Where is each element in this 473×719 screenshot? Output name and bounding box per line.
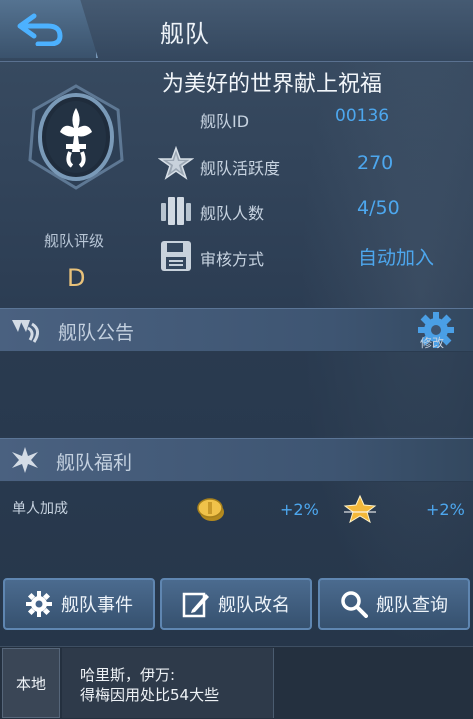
- fleet-rating-label: 舰队评级: [44, 232, 105, 250]
- gold-star-icon: [343, 494, 377, 524]
- review-mode-label: 审核方式: [200, 250, 265, 269]
- announcement-icon: [12, 320, 39, 343]
- star-icon: [158, 146, 194, 180]
- fleet-rename-label: 舰队改名: [218, 595, 290, 616]
- star-bonus-value: +2%: [426, 500, 465, 519]
- fleet-id-label: 舰队ID: [200, 112, 250, 131]
- fleet-search-button[interactable]: 舰队查询: [318, 578, 470, 630]
- fleet-name: 为美好的世界献上祝福: [162, 72, 383, 97]
- save-disk-icon: [161, 241, 191, 271]
- notice-section-label: 舰队公告: [58, 322, 135, 344]
- fleet-activity-label: 舰队活跃度: [200, 159, 281, 178]
- fleur-de-lis-emblem-icon: [28, 84, 124, 190]
- coin-bonus-value: +2%: [280, 500, 319, 519]
- fleet-events-label: 舰队事件: [61, 595, 133, 616]
- fleet-members-value: 4/50: [357, 197, 400, 219]
- chat-channel-label: 本地: [15, 674, 46, 693]
- notice-edit-button[interactable]: 修改: [420, 334, 444, 351]
- edit-icon: [182, 592, 209, 618]
- benefits-section-label: 舰队福利: [56, 452, 133, 474]
- single-bonus-label: 单人加成: [12, 501, 68, 517]
- fleet-rating-value: D: [67, 264, 86, 292]
- review-mode-value[interactable]: 自动加入: [358, 243, 434, 270]
- gold-coin-icon: [197, 498, 224, 521]
- chat-channel-tab[interactable]: 本地: [2, 648, 60, 718]
- fleet-activity-value: 270: [357, 152, 394, 174]
- chat-sender-line: 哈里斯，伊万:: [80, 666, 176, 684]
- fleet-members-label: 舰队人数: [200, 204, 265, 223]
- members-icon: [161, 197, 191, 225]
- chat-text-line: 得梅因用处比54大些: [80, 686, 220, 704]
- back-arrow-icon[interactable]: [14, 12, 66, 46]
- fleet-id-value: 00136: [335, 106, 390, 126]
- chat-message[interactable]: 哈里斯，伊万: 得梅因用处比54大些: [62, 648, 274, 718]
- notice-content-area: [0, 352, 473, 436]
- fleet-events-button[interactable]: 舰队事件: [3, 578, 155, 630]
- page-title: 舰队: [160, 20, 210, 48]
- gear-icon: [26, 591, 52, 617]
- search-icon: [341, 591, 368, 618]
- sparkle-icon: [12, 447, 38, 473]
- fleet-rename-button[interactable]: 舰队改名: [160, 578, 312, 630]
- fleet-search-label: 舰队查询: [376, 595, 448, 616]
